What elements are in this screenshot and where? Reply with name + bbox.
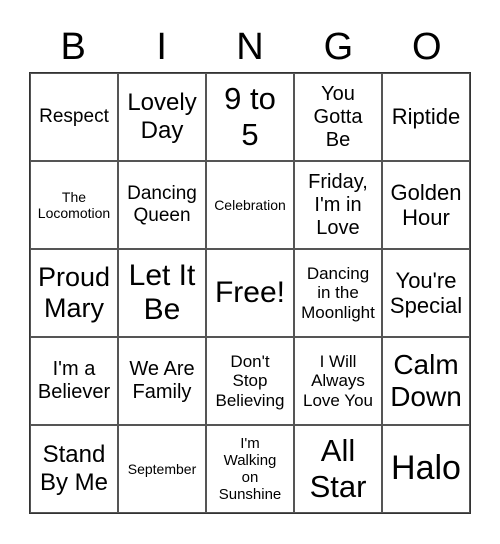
bingo-cell[interactable]: Lovely Day (118, 73, 206, 161)
bingo-cell[interactable]: Don't Stop Believing (206, 337, 294, 425)
bingo-cell[interactable]: I Will Always Love You (294, 337, 382, 425)
header-letter-g: G (323, 26, 354, 68)
bingo-cell[interactable]: Dancing in the Moonlight (294, 249, 382, 337)
bingo-cell[interactable]: Celebration (206, 161, 294, 249)
bingo-cell[interactable]: Halo (382, 425, 470, 513)
bingo-cell[interactable]: Respect (30, 73, 118, 161)
bingo-cell[interactable]: I'm a Believer (30, 337, 118, 425)
bingo-cell[interactable]: Calm Down (382, 337, 470, 425)
bingo-cell[interactable]: We Are Family (118, 337, 206, 425)
bingo-cell[interactable]: Golden Hour (382, 161, 470, 249)
bingo-cell[interactable]: Dancing Queen (118, 161, 206, 249)
bingo-header: B I N G O (29, 22, 471, 72)
bingo-cell[interactable]: September (118, 425, 206, 513)
bingo-cell[interactable]: Riptide (382, 73, 470, 161)
bingo-cell[interactable]: Stand By Me (30, 425, 118, 513)
bingo-grid: Respect Lovely Day 9 to 5 You Gotta Be R… (29, 72, 471, 514)
header-letter-o: O (412, 26, 442, 68)
bingo-cell[interactable]: You're Special (382, 249, 470, 337)
header-letter-n: N (236, 26, 264, 68)
free-space-cell[interactable]: Free! (206, 249, 294, 337)
header-letter-b: B (60, 26, 86, 68)
bingo-cell[interactable]: 9 to 5 (206, 73, 294, 161)
bingo-cell[interactable]: Friday, I'm in Love (294, 161, 382, 249)
bingo-cell[interactable]: Let It Be (118, 249, 206, 337)
bingo-cell[interactable]: I'm Walking on Sunshine (206, 425, 294, 513)
bingo-cell[interactable]: All Star (294, 425, 382, 513)
bingo-cell[interactable]: Proud Mary (30, 249, 118, 337)
header-letter-i: I (156, 26, 167, 68)
bingo-cell[interactable]: You Gotta Be (294, 73, 382, 161)
bingo-cell[interactable]: The Locomotion (30, 161, 118, 249)
